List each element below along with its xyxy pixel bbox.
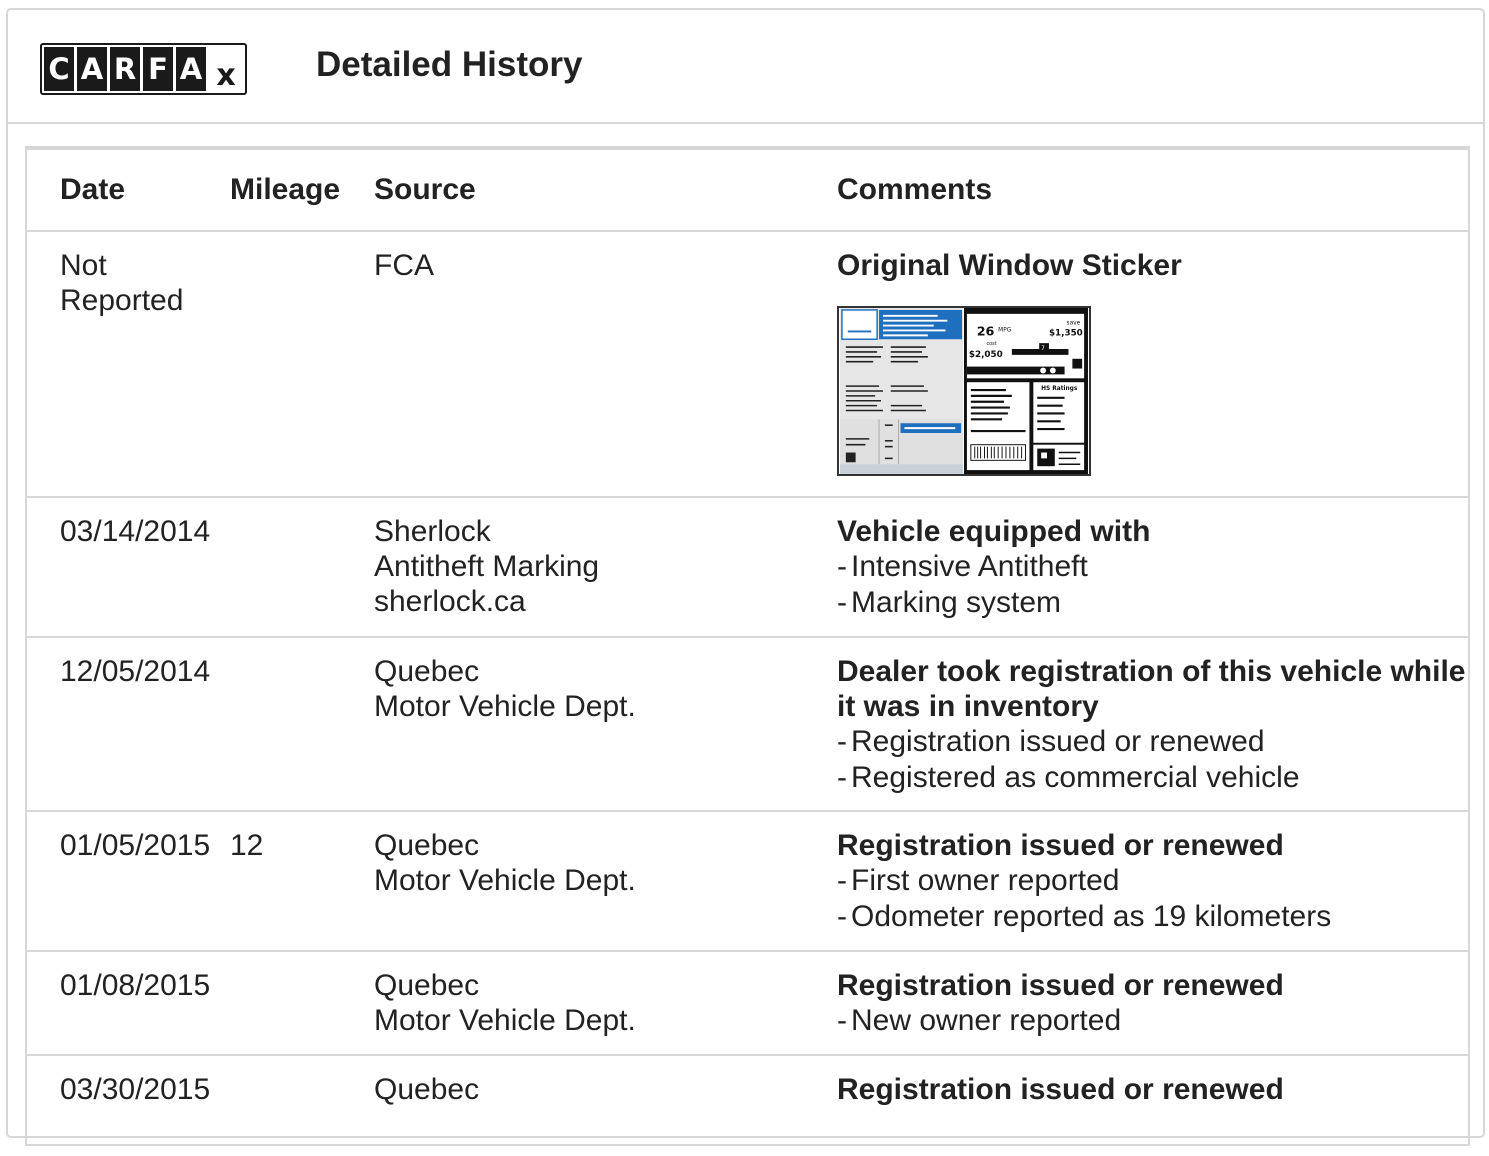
source-line: Sherlock (374, 515, 491, 548)
comment-item: Intensive Antitheft (837, 549, 1468, 585)
sticker-fuel-value: 26 (977, 323, 995, 338)
comments-cell: Original Window Sticker 26 MPG save $1,3… (837, 248, 1468, 496)
date-cell: 12/05/2014 (60, 655, 211, 688)
comments-cell: Registration issued or renewed First own… (837, 828, 1468, 950)
logo-letter: A (77, 47, 107, 91)
sticker-cost-value: $2,050 (969, 350, 1003, 360)
comment-item: First owner reported (837, 863, 1468, 899)
sticker-save-label: save (1067, 321, 1081, 327)
mileage-cell (230, 968, 374, 1054)
mileage-cell (230, 248, 374, 496)
source-line: Quebec (374, 655, 480, 688)
source-cell: Quebec (374, 1072, 837, 1156)
comments-cell: Vehicle equipped with Intensive Antithef… (837, 514, 1468, 636)
card-header: C A R F A x Detailed History (8, 10, 1483, 124)
source-line: Motor Vehicle Dept. (374, 690, 636, 723)
logo-letter: A (176, 47, 206, 91)
source-line: Quebec (374, 1073, 480, 1106)
source-cell: Quebec Motor Vehicle Dept. (374, 828, 837, 950)
source-line: FCA (374, 249, 434, 282)
comment-title: Vehicle equipped with (837, 515, 1151, 548)
source-link[interactable]: sherlock.ca (374, 584, 837, 619)
date-cell: 01/08/2015 (60, 969, 211, 1002)
comment-item: New owner reported (837, 1003, 1468, 1039)
logo-letter: F (143, 47, 173, 91)
comments-cell: Registration issued or renewed (837, 1072, 1468, 1156)
carfax-logo: C A R F A x (40, 43, 247, 95)
logo-mark: x (216, 58, 236, 93)
comments-cell: Registration issued or renewed New owner… (837, 968, 1468, 1054)
comment-title: Dealer took registration of this vehicle… (837, 655, 1466, 723)
comment-item: Registration issued or renewed (837, 724, 1468, 760)
mileage-cell (230, 1072, 374, 1156)
sticker-cost-label: cost (986, 341, 996, 347)
source-cell: FCA (374, 248, 837, 496)
date-cell: 03/30/2015 (60, 1073, 211, 1106)
source-cell: Quebec Motor Vehicle Dept. (374, 654, 837, 810)
comments-cell: Dealer took registration of this vehicle… (837, 654, 1468, 810)
source-line: Motor Vehicle Dept. (374, 1004, 636, 1037)
date-cell: 03/14/2014 (60, 515, 211, 548)
sticker-rating-value: 7 (1041, 346, 1045, 352)
mileage-cell (230, 654, 374, 810)
table-row: Not Reported FCA Original Window Sticker (27, 232, 1468, 498)
table-header-row: Date Mileage Source Comments (27, 150, 1468, 232)
comment-item: Marking system (837, 585, 1468, 621)
sticker-save-value: $1,350 (1049, 328, 1083, 338)
table-row: 03/30/2015 Quebec Registration issued or… (27, 1056, 1468, 1156)
comment-title: Registration issued or renewed (837, 829, 1284, 862)
source-cell: Quebec Motor Vehicle Dept. (374, 968, 837, 1054)
comment-title: Original Window Sticker (837, 249, 1182, 282)
date-cell: Not Reported (60, 249, 184, 317)
mileage-cell: 12 (230, 829, 264, 862)
column-header-comments: Comments (837, 173, 993, 206)
comment-title: Registration issued or renewed (837, 969, 1284, 1002)
column-header-mileage: Mileage (230, 173, 341, 206)
comment-item: Registered as commercial vehicle (837, 760, 1468, 796)
table-row: 03/14/2014 Sherlock Antitheft Marking sh… (27, 498, 1468, 638)
column-header-date: Date (60, 173, 126, 206)
source-line: Quebec (374, 829, 480, 862)
source-line: Motor Vehicle Dept. (374, 864, 636, 897)
comment-title: Registration issued or renewed (837, 1073, 1284, 1106)
logo-letter: C (44, 47, 74, 91)
sticker-safety-label: HS Ratings (1041, 386, 1078, 392)
table-row: 01/08/2015 Quebec Motor Vehicle Dept. Re… (27, 952, 1468, 1056)
source-cell: Sherlock Antitheft Marking sherlock.ca (374, 514, 837, 636)
window-sticker-thumbnail[interactable]: 26 MPG save $1,350 cost $2,050 7 HS Rati… (837, 306, 1091, 476)
column-header-source: Source (374, 173, 476, 206)
comment-item: Odometer reported as 19 kilometers (837, 899, 1468, 935)
date-cell: 01/05/2015 (60, 829, 211, 862)
table-row: 01/05/2015 12 Quebec Motor Vehicle Dept.… (27, 812, 1468, 952)
history-table: Date Mileage Source Comments Not Reporte… (25, 146, 1470, 1146)
source-line: Antitheft Marking (374, 550, 600, 583)
page-title: Detailed History (316, 45, 583, 84)
detailed-history-card: C A R F A x Detailed History Date Mileag… (6, 8, 1485, 1146)
source-line: Quebec (374, 969, 480, 1002)
sticker-fuel-unit: MPG (998, 327, 1012, 333)
logo-letter: R (110, 47, 140, 91)
table-row: 12/05/2014 Quebec Motor Vehicle Dept. De… (27, 638, 1468, 812)
mileage-cell (230, 514, 374, 636)
